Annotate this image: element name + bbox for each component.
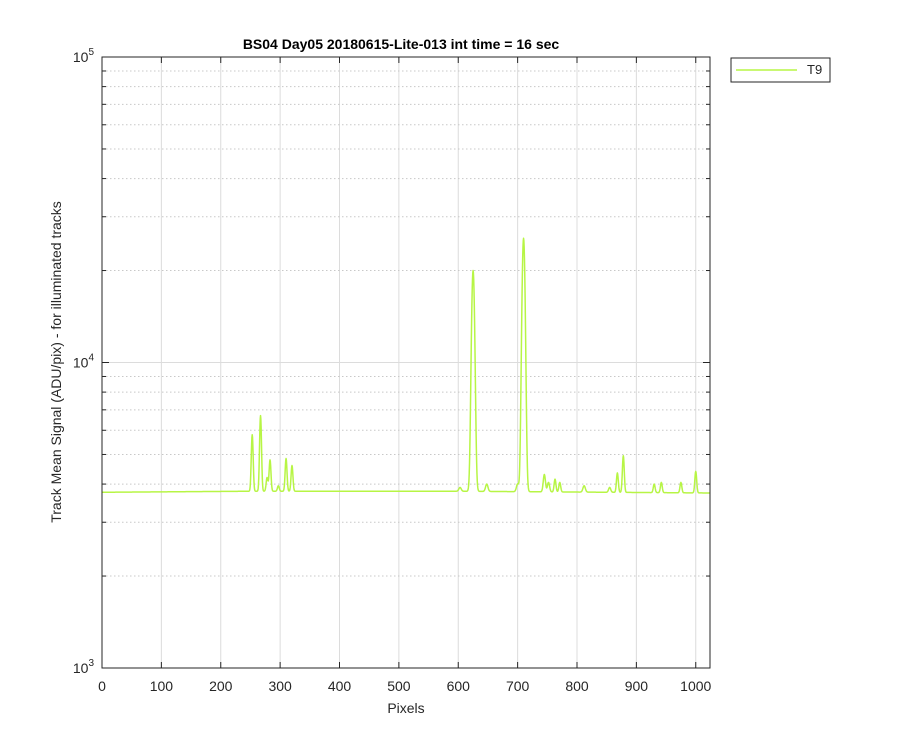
legend-label-t9: T9: [807, 62, 822, 77]
y-tick-label: 105: [73, 47, 95, 65]
x-tick-label: 300: [268, 678, 292, 694]
y-tick-label: 104: [73, 353, 95, 371]
y-axis-label: Track Mean Signal (ADU/pix) - for illumi…: [48, 201, 64, 523]
legend: T9: [730, 57, 831, 83]
x-tick-label: 200: [209, 678, 233, 694]
x-axis-label: Pixels: [387, 700, 424, 716]
x-tick-label: 400: [328, 678, 352, 694]
x-tick-label: 700: [506, 678, 530, 694]
x-tick-label: 0: [98, 678, 106, 694]
x-tick-label: 100: [150, 678, 174, 694]
x-tick-label: 500: [387, 678, 411, 694]
y-tick-label: 103: [73, 658, 95, 676]
chart-title: BS04 Day05 20180615-Lite-013 int time = …: [243, 36, 560, 52]
x-tick-label: 600: [447, 678, 471, 694]
x-tick-label: 900: [625, 678, 649, 694]
x-tick-label: 800: [565, 678, 589, 694]
x-tick-label: 1000: [680, 678, 711, 694]
figure: 0 100 200 300 400 500 600 700 800 900 1000 103 104 1…: [48, 36, 831, 716]
